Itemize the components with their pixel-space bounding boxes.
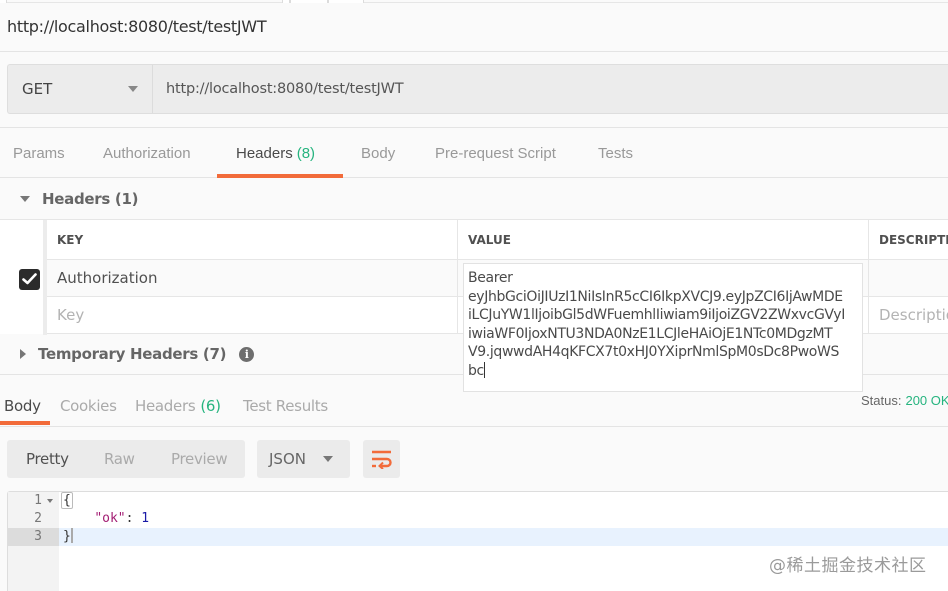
- code-line: }: [63, 528, 73, 546]
- watermark: @稀土掘金技术社区: [769, 556, 927, 576]
- checkmark-icon: [22, 273, 37, 285]
- tab-authorization[interactable]: Authorization: [103, 128, 191, 178]
- column-header-value: VALUE: [458, 220, 869, 260]
- header-description-field[interactable]: [869, 260, 948, 297]
- tab-label: Headers: [135, 397, 196, 415]
- value-line: iLCJuYW1lIjoibGl5dWFuemhlIiwiam9iIjoiZGV…: [468, 307, 846, 323]
- info-icon[interactable]: i: [239, 346, 255, 362]
- matched-brace: {: [61, 492, 73, 509]
- line-number: 3: [34, 529, 42, 544]
- tab-params[interactable]: Params: [13, 128, 65, 178]
- chevron-down-icon: [128, 86, 138, 92]
- method-value: GET: [22, 80, 53, 98]
- url-input[interactable]: http://localhost:8080/test/testJWT: [166, 65, 404, 113]
- value-line: bc: [468, 362, 484, 379]
- new-description-input[interactable]: Description: [869, 297, 948, 334]
- top-edge-segment: [328, 0, 364, 3]
- caret-down-icon: [20, 196, 30, 202]
- tab-pre-request-script[interactable]: Pre-request Script: [435, 128, 556, 178]
- code-line: {: [61, 492, 73, 510]
- header-key-field[interactable]: Authorization: [47, 260, 458, 297]
- tab-label: Cookies: [60, 397, 117, 415]
- column-header-key: KEY: [47, 220, 458, 260]
- pretty-button[interactable]: Pretty: [26, 440, 69, 478]
- value-line: Bearer: [468, 270, 513, 286]
- line-number: 2: [34, 511, 42, 526]
- new-key-input[interactable]: Key: [47, 297, 458, 334]
- tab-label: Test Results: [243, 397, 328, 415]
- json-colon: :: [125, 511, 142, 526]
- closing-brace: }: [63, 529, 71, 544]
- window-top-edge: [0, 0, 948, 3]
- tab-tests[interactable]: Tests: [598, 128, 633, 178]
- header-enabled-checkbox[interactable]: [19, 269, 40, 290]
- request-title[interactable]: http://localhost:8080/test/testJWT: [7, 17, 267, 36]
- raw-button[interactable]: Raw: [104, 440, 135, 478]
- value-line: eyJhbGciOiJIUzI1NiIsInR5cCI6IkpXVCJ9.eyJ…: [468, 288, 843, 305]
- top-edge-segment: [282, 0, 290, 3]
- url-bar: GET http://localhost:8080/test/testJWT: [7, 64, 948, 114]
- view-mode-group: Pretty Raw Preview: [7, 440, 245, 478]
- headers-section-toggle[interactable]: Headers (1): [20, 190, 138, 208]
- wrap-lines-icon: [372, 450, 392, 469]
- status-value: 200 OK: [905, 393, 948, 408]
- tab-body[interactable]: Body: [361, 128, 395, 178]
- tab-label: Body: [4, 397, 41, 415]
- top-edge-segment: [290, 0, 328, 3]
- tab-label: Pre-request Script: [435, 144, 556, 162]
- tab-label: Authorization: [103, 144, 191, 162]
- text-cursor: [483, 361, 485, 378]
- tab-label: Headers: [236, 144, 293, 162]
- response-tab-headers[interactable]: Headers (6): [135, 385, 221, 427]
- value-line: iwiaWF0IjoxNTU3NDA0NzE1LCJleHAiOjE1NTc0M…: [468, 325, 833, 342]
- active-line-highlight: [59, 528, 948, 546]
- wrap-lines-button[interactable]: [363, 440, 400, 478]
- format-select[interactable]: JSON: [257, 440, 350, 478]
- caret-right-icon: [20, 349, 26, 359]
- divider: [0, 51, 948, 52]
- active-response-tab-indicator: [0, 421, 50, 425]
- section-title: Temporary Headers (7): [38, 345, 227, 363]
- code-line: "ok": 1: [63, 510, 149, 528]
- response-tab-cookies[interactable]: Cookies: [60, 385, 117, 427]
- status-label: Status:: [861, 393, 902, 408]
- tab-label: Tests: [598, 144, 634, 162]
- active-tab-indicator: [217, 174, 343, 178]
- fold-caret-icon[interactable]: [47, 499, 53, 503]
- preview-button[interactable]: Preview: [171, 440, 228, 478]
- tab-headers[interactable]: Headers (8): [236, 128, 315, 178]
- top-edge-segment: [0, 0, 7, 3]
- header-value-editor-expanded[interactable]: Bearer eyJhbGciOiJIUzI1NiIsInR5cCI6IkpXV…: [463, 263, 863, 392]
- request-tabs: Params Authorization Headers (8) Body Pre…: [0, 128, 948, 178]
- text-cursor: [70, 528, 73, 543]
- tab-label: Params: [13, 144, 65, 162]
- format-value: JSON: [269, 450, 306, 468]
- response-tab-test-results[interactable]: Test Results: [243, 385, 328, 427]
- tab-label: Body: [361, 144, 396, 162]
- tab-count-badge: (8): [296, 144, 316, 162]
- column-header-description: DESCRIPTION: [869, 220, 948, 260]
- response-status: Status: 200 OK: [861, 393, 948, 408]
- value-line: V9.jqwwdAH4qKFCX7t0xHJ0YXiprNmlSpM0sDc8P…: [468, 344, 840, 360]
- temporary-headers-toggle[interactable]: Temporary Headers (7) i: [20, 345, 255, 363]
- tab-count-badge: (6): [200, 397, 221, 415]
- chevron-down-icon: [323, 456, 333, 462]
- json-value: 1: [141, 511, 150, 526]
- section-title: Headers (1): [42, 190, 139, 208]
- json-key: "ok": [94, 511, 126, 526]
- response-body-editor[interactable]: 1 2 3 { "ok": 1 }: [7, 491, 948, 591]
- method-select[interactable]: GET: [8, 65, 153, 113]
